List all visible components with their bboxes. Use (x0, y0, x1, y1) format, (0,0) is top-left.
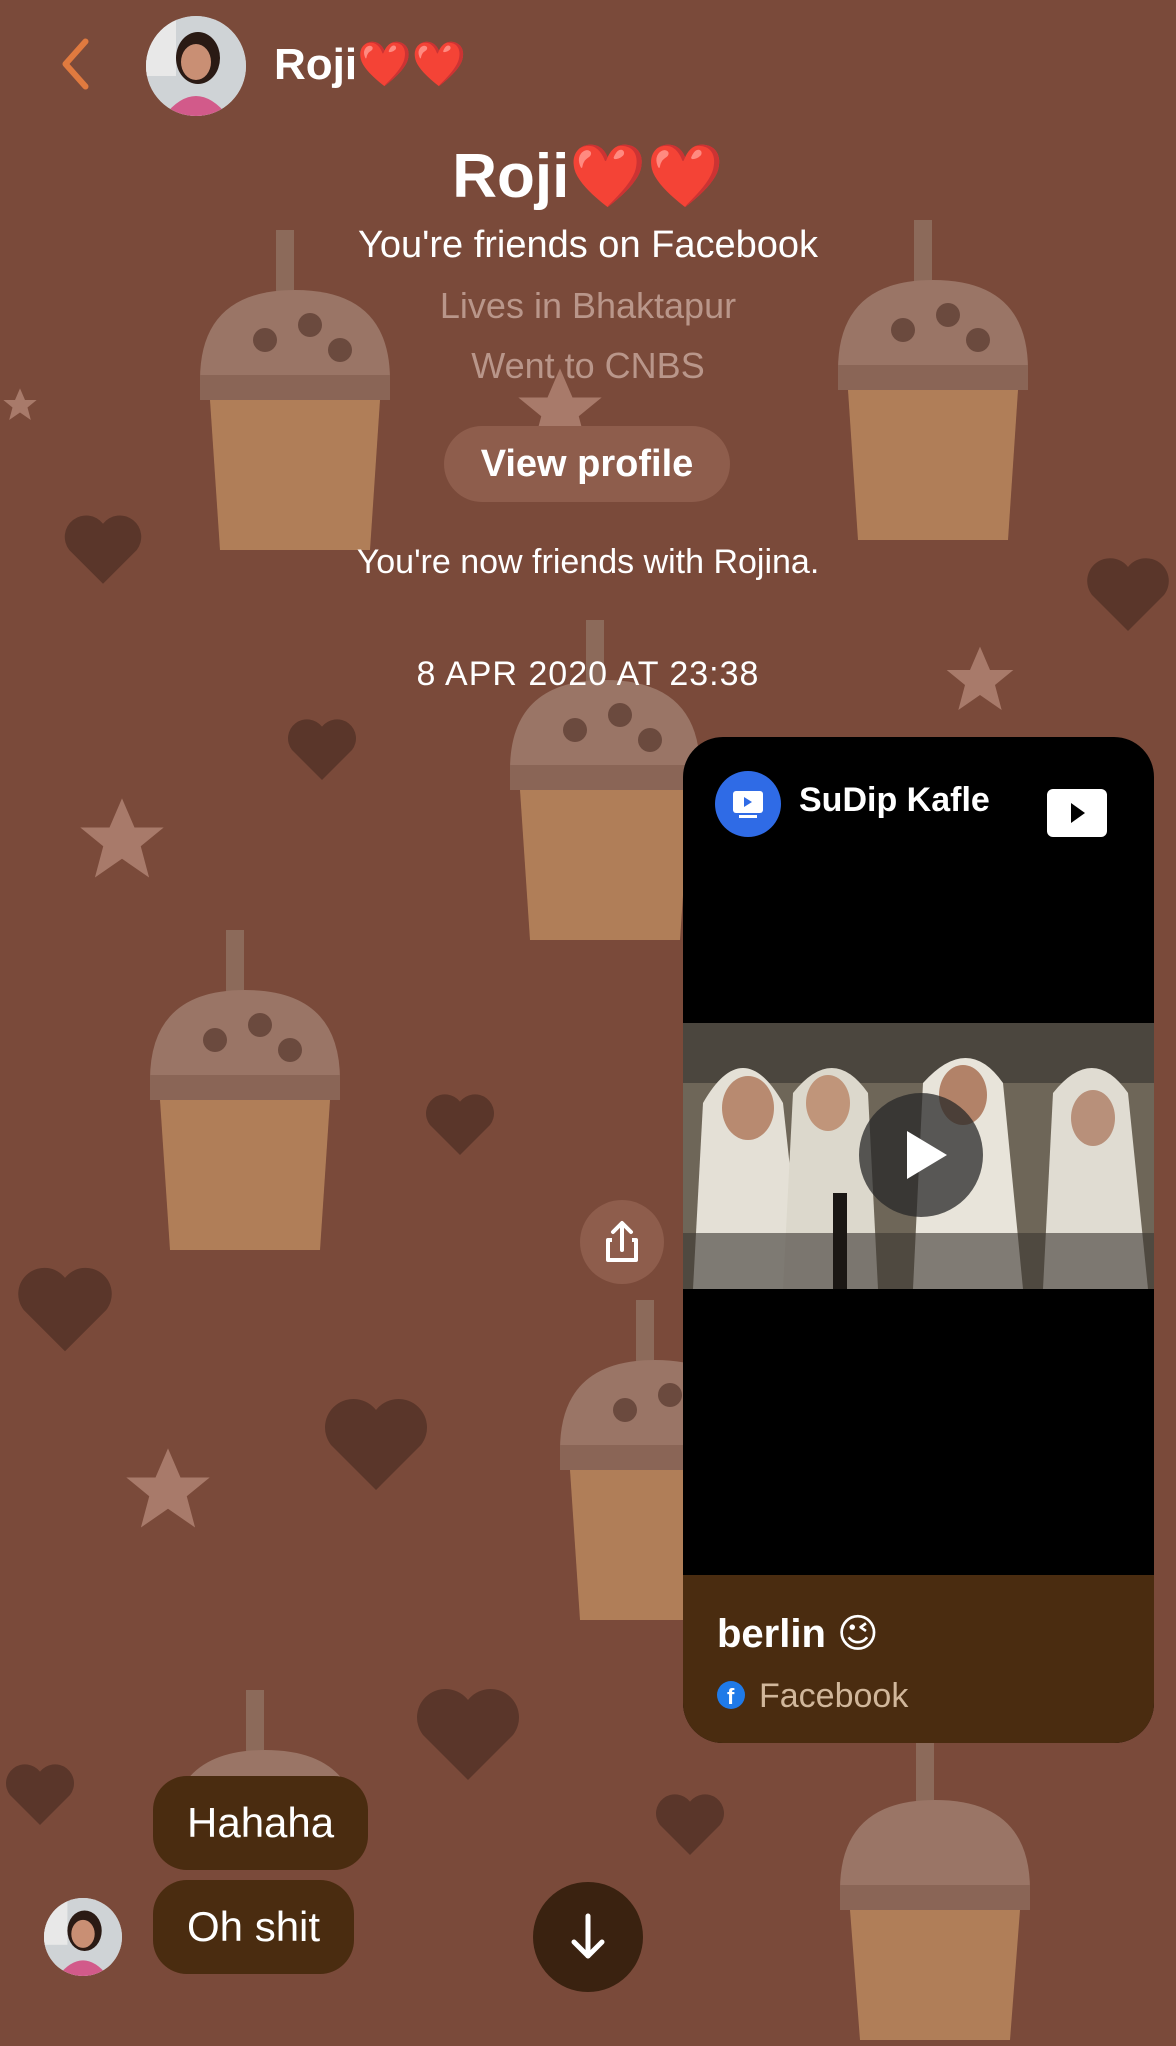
now-friends-notice: You're now friends with Rojina. (356, 543, 820, 581)
back-button[interactable] (48, 34, 108, 94)
profile-name: Roji❤️❤️ (0, 140, 1176, 213)
heart-decoration (426, 1094, 494, 1155)
heart-decoration (656, 1794, 724, 1855)
boba-mascot-decoration (840, 1740, 1030, 2040)
boba-mascot-decoration (150, 930, 340, 1250)
chevron-left-icon (62, 38, 89, 90)
heart-emoji: ❤️❤️ (357, 40, 467, 89)
facebook-icon: f (717, 1681, 745, 1709)
card-footer: berlin 😉 f Facebook (683, 1575, 1154, 1743)
play-icon[interactable] (859, 1093, 983, 1217)
contact-name: Roji (274, 40, 358, 89)
went-to-text: Went to CNBS (471, 345, 705, 386)
arrow-down-icon (571, 1913, 605, 1959)
friends-on-facebook-text: You're friends on Facebook (357, 224, 819, 266)
lives-in-text: Lives in Bhaktapur (439, 285, 737, 326)
video-title: berlin 😉 (717, 1612, 879, 1656)
message-bubble[interactable]: Oh shit (153, 1880, 355, 1974)
heart-decoration (325, 1399, 427, 1490)
star-decoration (80, 798, 164, 878)
svg-text:f: f (727, 1684, 735, 1709)
youtube-play-icon[interactable] (1047, 789, 1107, 837)
card-header: SuDip Kafle (683, 737, 1154, 857)
heart-decoration (18, 1267, 112, 1352)
profile-name-text: Roji (452, 142, 570, 211)
scroll-to-bottom-button[interactable] (533, 1882, 643, 1992)
heart-decoration (288, 719, 356, 780)
share-icon (606, 1221, 638, 1262)
heart-emoji: ❤️❤️ (569, 142, 724, 211)
message-bubble[interactable]: Hahaha (153, 1776, 369, 1870)
boba-mascot-decoration (838, 220, 1028, 540)
star-decoration (126, 1448, 210, 1528)
boba-mascot-decoration (200, 230, 390, 550)
sender-avatar[interactable] (44, 1898, 122, 1976)
view-profile-button[interactable]: View profile (444, 426, 730, 502)
video-thumbnail[interactable] (683, 1023, 1154, 1289)
channel-name[interactable]: SuDip Kafle (799, 781, 990, 820)
message-timestamp: 8 APR 2020 AT 23:38 (416, 655, 760, 693)
header-contact-name[interactable]: Roji❤️❤️ (274, 38, 467, 90)
shared-video-card[interactable]: SuDip Kafle berlin 😉 f Facebook (683, 737, 1154, 1743)
source-label: Facebook (759, 1677, 909, 1715)
heart-decoration (6, 1764, 74, 1825)
header-avatar[interactable] (146, 16, 246, 116)
heart-decoration (417, 1689, 519, 1780)
tv-icon (715, 771, 781, 837)
share-button[interactable] (580, 1200, 664, 1284)
